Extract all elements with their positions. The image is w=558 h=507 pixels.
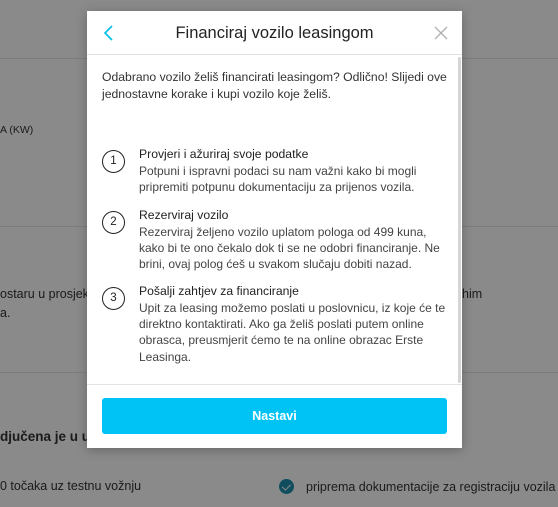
step-number: 2 [102, 211, 125, 234]
leasing-modal: Financiraj vozilo leasingom Odabrano voz… [87, 11, 462, 448]
step-title: Rezerviraj vozilo [139, 208, 229, 222]
close-icon[interactable] [432, 24, 450, 42]
intro-text: Odabrano vozilo želiš financirati leasin… [102, 70, 447, 101]
continue-button[interactable]: Nastavi [102, 398, 447, 434]
step-title: Pošalji zahtjev za financiranje [139, 284, 299, 298]
modal-header: Financiraj vozilo leasingom [87, 11, 462, 55]
step-number: 3 [102, 287, 125, 310]
modal-footer: Nastavi [87, 384, 462, 448]
step-number: 1 [102, 150, 125, 173]
step-text: Potpuni i ispravni podaci su nam važni k… [139, 164, 417, 195]
step-text: Upit za leasing možemo poslati u poslovn… [139, 301, 446, 364]
modal-body[interactable]: Odabrano vozilo želiš financirati leasin… [87, 56, 462, 384]
modal-title: Financiraj vozilo leasingom [175, 24, 374, 42]
step-text: Rezerviraj željeno vozilo uplatom pologa… [139, 225, 440, 272]
scrollbar[interactable] [458, 57, 461, 383]
step-title: Provjeri i ažuriraj svoje podatke [139, 147, 309, 161]
